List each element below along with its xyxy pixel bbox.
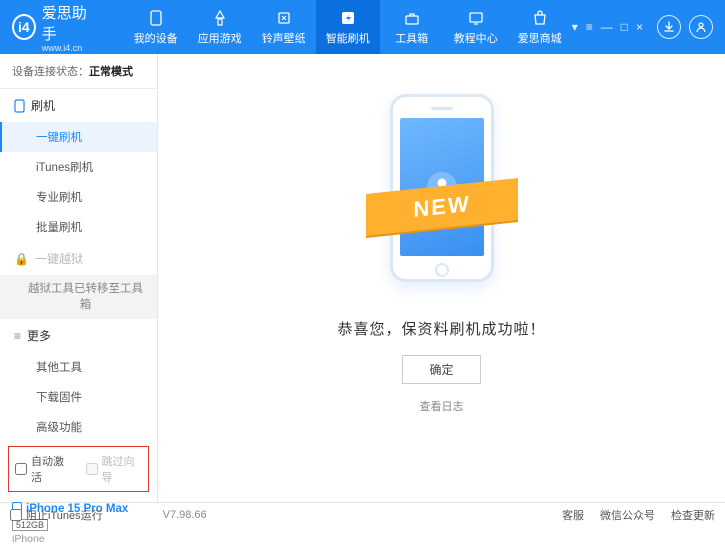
conn-label: 设备连接状态： [12,66,89,78]
sidebar-item-flash-2[interactable]: 专业刷机 [0,182,157,212]
lock-icon: 🔒 [14,252,29,266]
section-flash-label: 刷机 [31,97,55,114]
app-logo: i4 爱思助手 www.i4.cn [12,2,96,53]
device-icon [147,9,165,27]
close-icon[interactable]: × [636,20,643,34]
footer-link-1[interactable]: 微信公众号 [600,507,655,523]
section-flash[interactable]: 刷机 [0,89,157,122]
connection-status: 设备连接状态：正常模式 [0,54,157,89]
block-itunes-label: 阻止iTunes运行 [26,507,103,523]
conn-value: 正常模式 [89,66,133,78]
more-icon: ≡ [14,329,21,343]
section-jailbreak-label: 一键越狱 [35,250,83,267]
tutorial-icon [467,9,485,27]
nav-label: 我的设备 [134,30,178,46]
menu-icon[interactable]: ▾ [572,20,578,34]
footer-link-0[interactable]: 客服 [562,507,584,523]
nav-flash[interactable]: 智能刷机 [316,0,380,54]
nav-shop[interactable]: 爱思商城 [508,0,572,54]
sidebar: 设备连接状态：正常模式 刷机 一键刷机iTunes刷机专业刷机批量刷机 🔒 一键… [0,54,158,502]
nav-toolbox[interactable]: 工具箱 [380,0,444,54]
tray-icon[interactable]: ≡ [586,20,593,34]
footer-link-2[interactable]: 检查更新 [671,507,715,523]
sidebar-item-more-2[interactable]: 高级功能 [0,412,157,442]
device-type: iPhone [12,533,145,545]
nav-tutorial[interactable]: 教程中心 [444,0,508,54]
main-panel: NEW 恭喜您，保资料刷机成功啦！ 确定 查看日志 [158,54,725,502]
options-box: 自动激活 跳过向导 [8,446,149,492]
nav-device[interactable]: 我的设备 [124,0,188,54]
download-button[interactable] [657,15,681,39]
nav-label: 爱思商城 [518,30,562,46]
toolbox-icon [403,9,421,27]
app-name: 爱思助手 [42,2,96,44]
auto-activate-checkbox[interactable]: 自动激活 [15,453,72,485]
top-nav: 我的设备 应用游戏 铃声壁纸 智能刷机 工具箱 教程中心 爱思商城 [124,0,572,54]
app-url: www.i4.cn [42,43,96,53]
auto-activate-input[interactable] [15,463,27,475]
sidebar-item-flash-3[interactable]: 批量刷机 [0,212,157,242]
block-itunes-input[interactable] [10,509,22,521]
device-icon [14,99,25,113]
skip-wizard-label: 跳过向导 [102,453,143,485]
user-button[interactable] [689,15,713,39]
titlebar: i4 爱思助手 www.i4.cn 我的设备 应用游戏 铃声壁纸 智能刷机 工具箱 教程中… [0,0,725,54]
section-more-label: 更多 [27,327,51,344]
apps-icon [211,9,229,27]
nav-label: 应用游戏 [198,30,242,46]
window-controls: ▾ ≡ — □ × [572,20,643,34]
success-message: 恭喜您，保资料刷机成功啦！ [337,318,545,339]
section-jailbreak: 🔒 一键越狱 [0,242,157,275]
nav-label: 工具箱 [395,30,428,46]
jailbreak-note: 越狱工具已转移至工具箱 [0,275,157,319]
nav-label: 教程中心 [454,30,498,46]
nav-ringtone[interactable]: 铃声壁纸 [252,0,316,54]
sidebar-item-more-0[interactable]: 其他工具 [0,352,157,382]
nav-label: 智能刷机 [326,30,370,46]
sidebar-item-more-1[interactable]: 下载固件 [0,382,157,412]
ok-button[interactable]: 确定 [402,355,480,384]
section-more[interactable]: ≡ 更多 [0,319,157,352]
success-illustration: NEW [372,94,512,294]
block-itunes-checkbox[interactable]: 阻止iTunes运行 [10,507,103,523]
sidebar-item-flash-1[interactable]: iTunes刷机 [0,152,157,182]
minimize-icon[interactable]: — [601,20,613,34]
flash-icon [339,9,357,27]
device-info[interactable]: iPhone 15 Pro Max 512GB iPhone [0,496,157,553]
logo-badge: i4 [12,14,36,40]
ringtone-icon [275,9,293,27]
nav-apps[interactable]: 应用游戏 [188,0,252,54]
view-log-link[interactable]: 查看日志 [420,398,464,414]
skip-wizard-input [86,463,98,475]
auto-activate-label: 自动激活 [31,453,72,485]
maximize-icon[interactable]: □ [621,20,628,34]
skip-wizard-checkbox: 跳过向导 [86,453,143,485]
shop-icon [531,9,549,27]
new-badge: NEW [366,178,518,236]
nav-label: 铃声壁纸 [262,30,306,46]
sidebar-item-flash-0[interactable]: 一键刷机 [0,122,157,152]
version-label: V7.98.66 [163,509,207,521]
